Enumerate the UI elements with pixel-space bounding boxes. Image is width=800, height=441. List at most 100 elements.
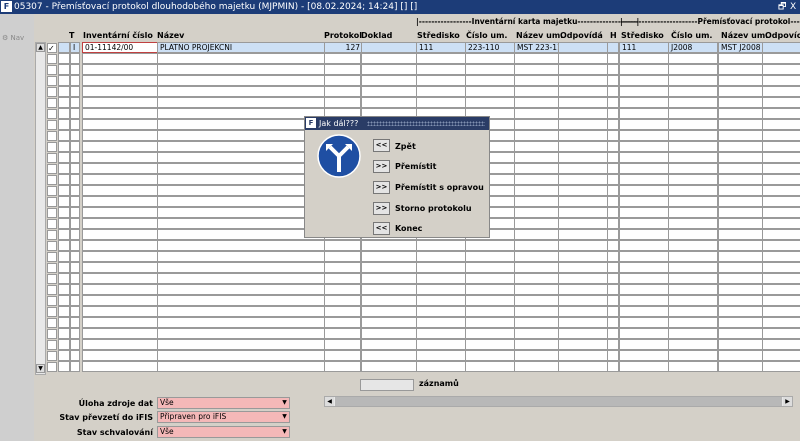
grid-cell[interactable] xyxy=(70,317,80,328)
scroll-thumb[interactable] xyxy=(335,397,782,406)
grid-cell[interactable] xyxy=(718,53,763,64)
grid-cell[interactable] xyxy=(762,306,800,317)
cell-inv-no[interactable]: 01-11142/00 xyxy=(82,42,158,53)
grid-cell[interactable] xyxy=(82,108,158,119)
grid-cell[interactable] xyxy=(157,119,325,130)
nav-label[interactable]: ⚙ Nav xyxy=(2,34,24,42)
grid-cell[interactable] xyxy=(361,64,417,75)
grid-cell[interactable] xyxy=(668,130,718,141)
grid-cell[interactable] xyxy=(70,152,80,163)
grid-cell[interactable] xyxy=(416,86,466,97)
grid-cell[interactable] xyxy=(718,141,763,152)
row-checkbox[interactable] xyxy=(47,164,57,174)
grid-cell[interactable] xyxy=(718,119,763,130)
grid-cell[interactable] xyxy=(718,229,763,240)
grid-cell[interactable] xyxy=(668,251,718,262)
grid-cell[interactable] xyxy=(416,306,466,317)
grid-cell[interactable] xyxy=(607,295,619,306)
grid-cell[interactable] xyxy=(157,75,325,86)
grid-cell[interactable] xyxy=(668,185,718,196)
grid-cell[interactable] xyxy=(607,240,619,251)
row-checkbox[interactable] xyxy=(47,329,57,339)
grid-cell[interactable] xyxy=(607,163,619,174)
grid-cell[interactable] xyxy=(558,317,608,328)
grid-cell[interactable] xyxy=(762,328,800,339)
grid-cell[interactable] xyxy=(762,64,800,75)
grid-cell[interactable] xyxy=(762,185,800,196)
row-checkbox[interactable] xyxy=(47,98,57,108)
grid-cell[interactable] xyxy=(82,328,158,339)
grid-cell[interactable] xyxy=(558,163,608,174)
grid-cell[interactable] xyxy=(465,240,515,251)
grid-cell[interactable] xyxy=(668,218,718,229)
grid-cell[interactable] xyxy=(558,141,608,152)
grid-cell[interactable] xyxy=(607,64,619,75)
cell-protokol[interactable]: 127 xyxy=(324,42,363,53)
chevron-down-icon[interactable]: ▼ xyxy=(280,412,289,422)
grid-cell[interactable] xyxy=(607,251,619,262)
grid-cell[interactable] xyxy=(514,152,559,163)
grid-cell[interactable] xyxy=(58,328,70,339)
grid-cell[interactable] xyxy=(514,229,559,240)
grid-cell[interactable] xyxy=(58,262,70,273)
grid-cell[interactable] xyxy=(82,306,158,317)
grid-cell[interactable] xyxy=(58,152,70,163)
grid-cell[interactable] xyxy=(668,196,718,207)
grid-cell[interactable] xyxy=(465,306,515,317)
grid-cell[interactable] xyxy=(619,152,669,163)
grid-cell[interactable] xyxy=(157,53,325,64)
grid-cell[interactable] xyxy=(762,295,800,306)
grid-cell[interactable] xyxy=(558,284,608,295)
grid-cell[interactable] xyxy=(558,75,608,86)
grid-cell[interactable] xyxy=(514,53,559,64)
grid-cell[interactable] xyxy=(58,130,70,141)
grid-cell[interactable] xyxy=(514,207,559,218)
grid-cell[interactable] xyxy=(58,174,70,185)
grid-cell[interactable] xyxy=(157,218,325,229)
grid-cell[interactable] xyxy=(718,97,763,108)
grid-cell[interactable] xyxy=(718,207,763,218)
grid-cell[interactable] xyxy=(157,207,325,218)
row-checkbox[interactable] xyxy=(47,65,57,75)
grid-cell[interactable] xyxy=(619,64,669,75)
cell-cislo-um-2[interactable]: J2008 xyxy=(668,42,718,53)
grid-cell[interactable] xyxy=(416,295,466,306)
grid-cell[interactable] xyxy=(607,53,619,64)
grid-cell[interactable] xyxy=(514,328,559,339)
grid-cell[interactable] xyxy=(157,350,325,361)
grid-cell[interactable] xyxy=(514,295,559,306)
grid-cell[interactable] xyxy=(82,251,158,262)
grid-cell[interactable] xyxy=(58,108,70,119)
row-checkbox[interactable] xyxy=(47,197,57,207)
grid-cell[interactable] xyxy=(619,218,669,229)
grid-cell[interactable] xyxy=(416,75,466,86)
grid-cell[interactable] xyxy=(70,108,80,119)
cell-odpovida[interactable] xyxy=(558,42,608,53)
restore-icon[interactable]: 🗗 xyxy=(778,0,786,14)
cell-stredisko-2[interactable]: 111 xyxy=(619,42,669,53)
grid-cell[interactable] xyxy=(558,262,608,273)
grid-cell[interactable] xyxy=(70,218,80,229)
grid-cell[interactable] xyxy=(558,339,608,350)
grid-cell[interactable] xyxy=(558,361,608,372)
grid-cell[interactable] xyxy=(607,207,619,218)
grid-cell[interactable] xyxy=(416,53,466,64)
grid-cell[interactable] xyxy=(762,273,800,284)
grid-cell[interactable] xyxy=(558,53,608,64)
grid-vertical-scrollbar[interactable]: ▲ ▼ xyxy=(35,42,46,375)
grid-cell[interactable] xyxy=(619,240,669,251)
grid-cell[interactable] xyxy=(82,262,158,273)
grid-cell[interactable] xyxy=(607,130,619,141)
row-checkbox[interactable] xyxy=(47,318,57,328)
grid-cell[interactable] xyxy=(607,229,619,240)
grid-cell[interactable] xyxy=(514,306,559,317)
grid-cell[interactable] xyxy=(514,97,559,108)
row-checkbox[interactable] xyxy=(47,109,57,119)
grid-cell[interactable] xyxy=(157,130,325,141)
grid-cell[interactable] xyxy=(361,317,417,328)
grid-cell[interactable] xyxy=(70,163,80,174)
grid-cell[interactable] xyxy=(607,152,619,163)
grid-cell[interactable] xyxy=(718,163,763,174)
storno-protokolu-button-icon[interactable]: >> xyxy=(373,202,390,215)
grid-cell[interactable] xyxy=(70,130,80,141)
